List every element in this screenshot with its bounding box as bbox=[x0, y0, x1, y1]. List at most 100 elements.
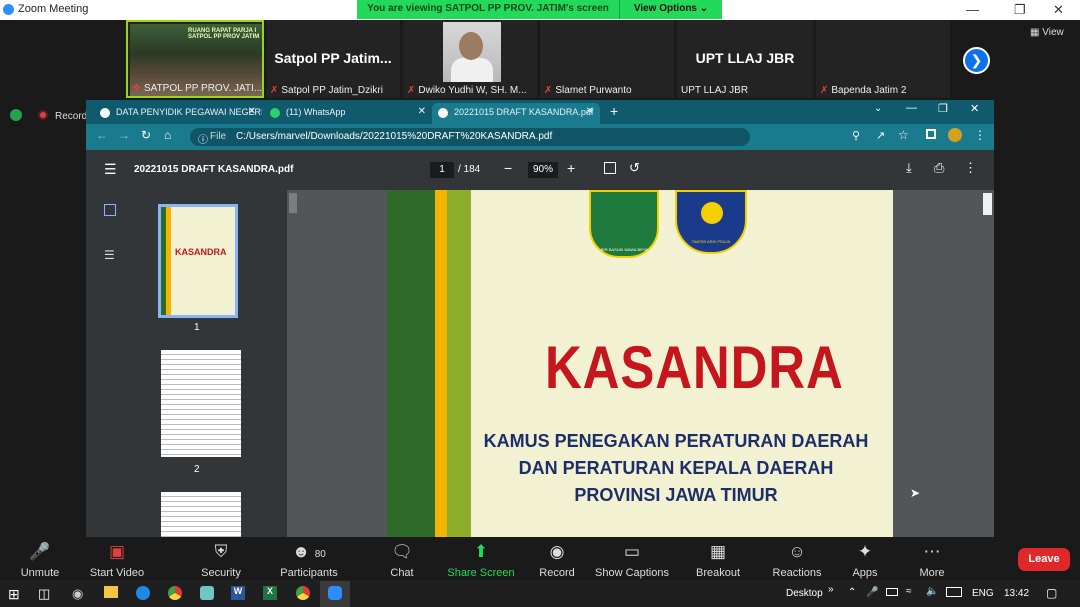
desktop-toolbar-label[interactable]: Desktop bbox=[786, 588, 823, 599]
mic-tray-icon[interactable]: 🎤 bbox=[866, 587, 878, 598]
chrome-icon[interactable] bbox=[168, 586, 182, 600]
reload-icon[interactable]: ↻ bbox=[141, 128, 151, 142]
participant-tile[interactable]: ✗ Slamet Purwanto bbox=[540, 20, 674, 98]
start-video-button[interactable]: ▣ Start Video bbox=[77, 542, 157, 579]
page-thumbnail[interactable]: KASANDRA bbox=[158, 204, 238, 318]
restore-icon[interactable]: ❐ bbox=[1014, 2, 1026, 18]
chevron-down-icon: ⌄ bbox=[699, 3, 709, 14]
page-number-input[interactable]: 1 bbox=[430, 162, 454, 178]
print-icon[interactable]: ⎙ bbox=[934, 160, 944, 176]
thumb-stripe bbox=[161, 207, 171, 315]
share-icon[interactable]: ↗ bbox=[876, 129, 885, 142]
bookmark-star-icon[interactable]: ☆ bbox=[898, 128, 909, 142]
chrome-icon[interactable] bbox=[296, 586, 310, 600]
chevron-right-icon[interactable]: » bbox=[828, 584, 834, 595]
battery-icon[interactable] bbox=[886, 588, 898, 596]
unmute-button[interactable]: 🎤 Unmute bbox=[0, 542, 80, 579]
info-icon: ⓘ bbox=[198, 135, 208, 146]
language-indicator[interactable]: ENG bbox=[972, 588, 994, 599]
task-view-icon[interactable]: ◫ bbox=[38, 586, 50, 602]
zoom-in-icon[interactable]: + bbox=[567, 160, 575, 176]
pdf-filename: 20221015 DRAFT KASANDRA.pdf bbox=[134, 164, 294, 175]
participant-tile[interactable]: ✗ Dwiko Yudhi W, SH. M... bbox=[403, 20, 537, 98]
zoom-out-icon[interactable]: − bbox=[504, 160, 512, 176]
grid-icon: ▦ bbox=[1030, 27, 1040, 38]
cover-lime-stripe bbox=[447, 190, 471, 537]
thumbnail-scrollbar[interactable] bbox=[289, 193, 297, 213]
page-scrollbar[interactable] bbox=[983, 193, 992, 215]
download-icon[interactable]: ⤓ bbox=[906, 160, 912, 176]
participants-label: Participants bbox=[280, 567, 338, 579]
share-screen-button[interactable]: ⬆ Share Screen bbox=[441, 542, 521, 579]
word-icon[interactable]: W bbox=[231, 586, 245, 600]
security-button[interactable]: ⛨ Security bbox=[181, 542, 261, 579]
participant-tile[interactable]: ✗ Bapenda Jatim 2 bbox=[816, 20, 950, 98]
hamburger-menu-icon[interactable]: ☰ bbox=[104, 161, 117, 178]
page-thumbnail[interactable] bbox=[161, 492, 241, 537]
participants-button[interactable]: ☻ 80 Participants bbox=[269, 542, 349, 579]
wifi-icon[interactable]: ≈ bbox=[906, 586, 912, 597]
minimize-icon[interactable]: — bbox=[906, 102, 917, 114]
close-tab-icon[interactable]: ✕ bbox=[248, 106, 256, 117]
forward-icon[interactable]: → bbox=[118, 128, 130, 142]
restore-icon[interactable]: ❐ bbox=[938, 102, 948, 115]
zoom-taskbar-button[interactable] bbox=[320, 581, 350, 607]
view-options-button[interactable]: View Options ⌄ bbox=[619, 0, 722, 19]
participant-display-name: UPT LLAJ JBR bbox=[695, 50, 795, 66]
cover-subtitle: KAMUS PENEGAKAN PERATURAN DAERAH DAN PER… bbox=[471, 428, 881, 509]
emblem-wheel bbox=[701, 202, 723, 224]
menu-kebab-icon[interactable]: ⋮ bbox=[974, 128, 986, 142]
app-icon[interactable] bbox=[200, 586, 214, 600]
zoom-search-icon[interactable]: ⚲ bbox=[852, 129, 860, 142]
record-button[interactable]: ◉ Record bbox=[517, 542, 597, 579]
globe-icon bbox=[438, 108, 448, 118]
clock[interactable]: 13:42 bbox=[1004, 588, 1029, 599]
close-tab-icon[interactable]: ✕ bbox=[586, 106, 594, 117]
excel-icon[interactable]: X bbox=[263, 586, 277, 600]
minimize-icon[interactable]: — bbox=[966, 2, 979, 17]
video-off-icon: ▣ bbox=[108, 542, 126, 561]
leave-button[interactable]: Leave bbox=[1018, 548, 1070, 571]
outline-view-icon[interactable]: ☰ bbox=[104, 248, 115, 262]
close-icon[interactable]: ✕ bbox=[1053, 2, 1064, 18]
speaker-muted-icon[interactable]: 🔈 bbox=[926, 586, 938, 597]
tab-search-icon[interactable]: ⌄ bbox=[874, 103, 882, 114]
windows-start-icon[interactable]: ⊞ bbox=[8, 586, 20, 603]
record-label: Record bbox=[539, 567, 575, 579]
rotate-icon[interactable]: ↺ bbox=[629, 160, 640, 176]
pdf-page: JER BASUKI MAWA BEYA TAMTIB ARIK PRAJA K… bbox=[387, 190, 893, 537]
tray-overflow-icon[interactable]: ⌃ bbox=[848, 587, 856, 598]
participant-tile[interactable]: UPT LLAJ JBR UPT LLAJ JBR bbox=[677, 20, 813, 98]
zoom-level-input[interactable]: 90% bbox=[528, 162, 558, 178]
keyboard-icon[interactable] bbox=[946, 587, 962, 597]
show-captions-button[interactable]: ▭ Show Captions bbox=[592, 542, 672, 579]
camera-icon[interactable]: ◉ bbox=[72, 586, 83, 602]
profile-avatar[interactable] bbox=[948, 128, 962, 142]
new-tab-button[interactable]: + bbox=[610, 103, 618, 119]
chat-label: Chat bbox=[390, 567, 414, 579]
browser-tab[interactable]: DATA PENYIDIK PEGAWAI NEGERI ✕ bbox=[94, 103, 262, 124]
file-explorer-icon[interactable] bbox=[104, 586, 118, 598]
thumbnail-view-icon[interactable] bbox=[104, 204, 116, 216]
participant-tile[interactable]: Satpol PP Jatim... ✗ Satpol PP Jatim_Dzik… bbox=[266, 20, 400, 98]
more-options-icon[interactable]: ⋮ bbox=[964, 160, 977, 176]
close-icon[interactable]: ✕ bbox=[970, 102, 979, 115]
edge-icon[interactable] bbox=[136, 586, 150, 600]
more-button[interactable]: ⋯ More bbox=[892, 542, 972, 579]
fit-page-icon[interactable] bbox=[604, 162, 616, 174]
next-page-button[interactable]: ❯ bbox=[963, 47, 990, 74]
chat-button[interactable]: 🗨 Chat bbox=[362, 542, 442, 579]
url-field[interactable]: ⓘ File C:/Users/marvel/Downloads/2022101… bbox=[190, 128, 750, 146]
back-icon[interactable]: ← bbox=[96, 128, 108, 142]
close-tab-icon[interactable]: ✕ bbox=[418, 106, 426, 117]
sidebar-icon[interactable] bbox=[926, 129, 936, 139]
home-icon[interactable]: ⌂ bbox=[164, 128, 171, 142]
breakout-rooms-icon: ▦ bbox=[709, 542, 727, 561]
participant-tile[interactable]: RUANG RAPAT PARJA I SATPOL PP PROV JATIM… bbox=[126, 20, 264, 98]
page-thumbnail[interactable] bbox=[161, 350, 241, 457]
participants-icon: ☻ 80 bbox=[292, 542, 326, 561]
browser-tab[interactable]: (11) WhatsApp ✕ bbox=[264, 103, 432, 124]
view-button[interactable]: ▦ View bbox=[1030, 27, 1064, 38]
notification-icon[interactable]: ▢ bbox=[1046, 586, 1057, 600]
browser-tab-active[interactable]: 20221015 DRAFT KASANDRA.pdf ✕ bbox=[432, 103, 600, 124]
